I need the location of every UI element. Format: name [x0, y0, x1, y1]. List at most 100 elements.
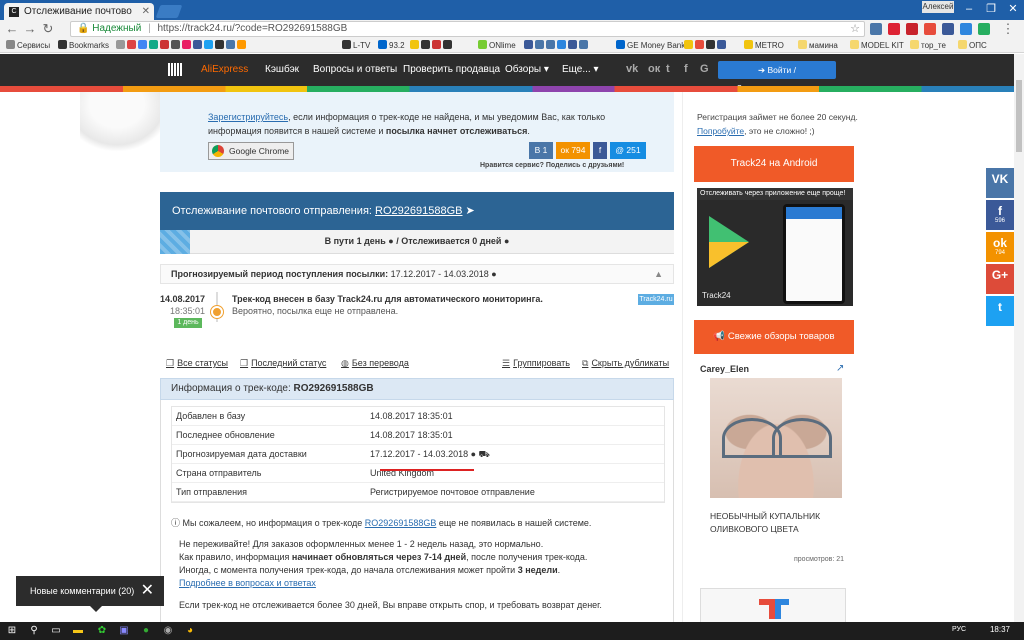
bookmark-ops[interactable]: ОПС	[958, 39, 987, 52]
task-view-icon[interactable]: ▭	[50, 625, 62, 637]
extension-pinterest-icon[interactable]	[906, 23, 918, 35]
progress-text: В пути 1 день ● / Отслеживается 0 дней ●	[324, 236, 510, 246]
app-globe-icon[interactable]: ●	[140, 625, 152, 637]
clock[interactable]: 18:37	[990, 625, 1010, 634]
more-in-faq-link[interactable]: Подробнее в вопросах и ответах	[179, 578, 316, 588]
nav-more[interactable]: Еще... ▾	[562, 64, 599, 75]
browser-tab[interactable]: C Отслеживание почтово ✕	[4, 3, 154, 20]
vk-icon[interactable]: vk	[626, 63, 638, 75]
bookmark-icons-2[interactable]	[410, 39, 454, 52]
bookmark-model-kit[interactable]: MODEL KIT	[850, 39, 904, 52]
share-mail-button[interactable]: @ 251	[610, 142, 646, 159]
bookmark-metro[interactable]: METRO	[744, 39, 784, 52]
bookmark-radio[interactable]: 93.2	[378, 39, 405, 52]
forecast-period[interactable]: Прогнозируемый период поступления посылк…	[160, 264, 674, 284]
float-share-twitter[interactable]: t	[986, 296, 1014, 326]
review-author[interactable]: Carey_Elen	[700, 364, 749, 374]
back-icon[interactable]: ←	[4, 21, 20, 37]
nav-reviews[interactable]: Обзоры ▾	[505, 64, 549, 75]
bookmark-onlime[interactable]: ONlime	[478, 39, 516, 52]
bookmark-ltv[interactable]: L-TV	[342, 39, 370, 52]
nav-faq[interactable]: Вопросы и ответы	[313, 64, 397, 75]
bookmark-ge-money[interactable]: GE Money Bank	[616, 39, 685, 52]
float-share-vk[interactable]: VK	[986, 168, 1014, 198]
language-indicator[interactable]: РУС	[952, 626, 966, 633]
google-chrome-button[interactable]: Google Chrome	[208, 142, 294, 160]
app-save-icon[interactable]: ▣	[118, 625, 130, 637]
bookmark-bookmarks[interactable]: Bookmarks	[58, 39, 109, 52]
review-description[interactable]: НЕОБЫЧНЫЙ КУПАЛЬНИК ОЛИВКОВОГО ЦВЕТА	[710, 510, 820, 536]
tab-close-icon[interactable]: ✕	[142, 3, 150, 20]
share-vk-button[interactable]: B 1	[529, 142, 553, 159]
all-statuses-link[interactable]: ❐ Все статусы	[166, 358, 228, 369]
android-app-banner[interactable]: Отслеживать через приложение еще проще! …	[697, 188, 853, 306]
toast-close-icon[interactable]: ✕	[141, 576, 154, 606]
bookmark-apps[interactable]: Сервисы	[6, 39, 50, 52]
facebook-icon[interactable]: f	[684, 63, 688, 75]
table-row: Тип отправления Регистрируемое почтовое о…	[172, 483, 664, 502]
nav-check-seller[interactable]: Проверить продавца	[403, 64, 500, 75]
search-icon[interactable]: ⚲	[28, 625, 40, 637]
float-share-ok[interactable]: ok 794	[986, 232, 1014, 262]
float-share-google-plus[interactable]: G+	[986, 264, 1014, 294]
android-app-button[interactable]: Track24 на Android	[694, 146, 854, 182]
extension-green-icon[interactable]	[978, 23, 990, 35]
try-link[interactable]: Попробуйте	[697, 126, 744, 136]
url-input[interactable]: 🔒 Надежный | https://track24.ru/?code=RO…	[70, 21, 865, 37]
scrollbar-thumb[interactable]	[1016, 80, 1022, 152]
reload-icon[interactable]: ↻	[40, 21, 56, 37]
group-link[interactable]: ☰ Группировать	[502, 358, 570, 369]
app-gray-icon[interactable]: ◉	[162, 625, 174, 637]
extension-mail-icon[interactable]	[888, 23, 900, 35]
share-facebook-button[interactable]: f	[593, 142, 607, 159]
extension-facebook-icon[interactable]	[942, 23, 954, 35]
share-ok-button[interactable]: ок 794	[556, 142, 590, 159]
last-status-link[interactable]: ❐ Последний статус	[240, 358, 326, 369]
google-icon[interactable]: G	[700, 63, 709, 75]
chrome-taskbar-icon[interactable]: ◕	[184, 625, 196, 637]
explorer-icon[interactable]: ▬	[72, 625, 84, 637]
window-close-icon[interactable]: ✕	[1002, 0, 1024, 18]
bookmark-star-icon[interactable]: ☆	[850, 22, 860, 36]
ok-icon[interactable]: ок	[648, 63, 660, 75]
banner-watermark: Track24	[702, 291, 731, 300]
fresh-reviews-button[interactable]: 📢 Свежие обзоры товаров	[694, 320, 854, 354]
extension-red-icon[interactable]	[924, 23, 936, 35]
tracking-code[interactable]: RO292691588GB	[375, 205, 462, 217]
copy-icon: ❐	[240, 358, 249, 368]
extension-vk-icon[interactable]	[870, 23, 882, 35]
review-image[interactable]	[710, 378, 842, 498]
external-link-icon[interactable]: ↗	[836, 363, 844, 374]
megaphone-icon: 📢	[713, 331, 726, 342]
barcode-logo-icon[interactable]	[168, 63, 182, 76]
bookmark-mama[interactable]: мамина	[798, 39, 838, 52]
profile-button[interactable]: Алексей	[922, 1, 954, 13]
start-icon[interactable]: ⊞	[6, 625, 18, 637]
sorry-code-link[interactable]: RO292691588GB	[365, 518, 437, 528]
twitter-icon[interactable]: t	[666, 63, 670, 75]
comments-toast[interactable]: Новые комментарии (20) ✕	[16, 576, 164, 612]
windows-taskbar: ⊞ ⚲ ▭ ▬ ✿ ▣ ● ◉ ◕ РУС 18:37	[0, 622, 1024, 640]
bookmark-icon-row[interactable]	[116, 39, 248, 52]
forward-icon[interactable]: →	[22, 21, 38, 37]
bookmark-tor[interactable]: тор_те	[910, 39, 946, 52]
minimize-icon[interactable]: –	[958, 0, 980, 18]
hide-duplicates-link[interactable]: ⧉ Скрыть дубликаты	[582, 358, 669, 369]
secure-label: Надежный	[92, 23, 142, 34]
nav-aliexpress[interactable]: AliExpress	[201, 64, 248, 75]
extension-blue-icon[interactable]	[960, 23, 972, 35]
telegram-icon[interactable]: ➤	[466, 205, 475, 217]
register-link[interactable]: Зарегистрируйтесь	[208, 112, 288, 122]
float-share-facebook[interactable]: f 596	[986, 200, 1014, 230]
menu-icon[interactable]: ⋮	[1000, 21, 1016, 37]
collapse-icon[interactable]: ▲	[654, 265, 663, 283]
maximize-icon[interactable]: ❐	[980, 0, 1002, 18]
login-button[interactable]: ➔ Войти / Зарегистрироваться	[718, 61, 836, 93]
bookmark-icons-3[interactable]	[524, 39, 590, 52]
new-tab-button[interactable]	[155, 5, 183, 18]
bookmark-icons-4[interactable]	[684, 39, 728, 52]
help-icon[interactable]: ●	[491, 269, 496, 279]
app-green-icon[interactable]: ✿	[96, 625, 108, 637]
nav-cashback[interactable]: Кэшбэк	[265, 64, 299, 75]
no-translation-link[interactable]: ◍ Без перевода	[341, 358, 409, 369]
